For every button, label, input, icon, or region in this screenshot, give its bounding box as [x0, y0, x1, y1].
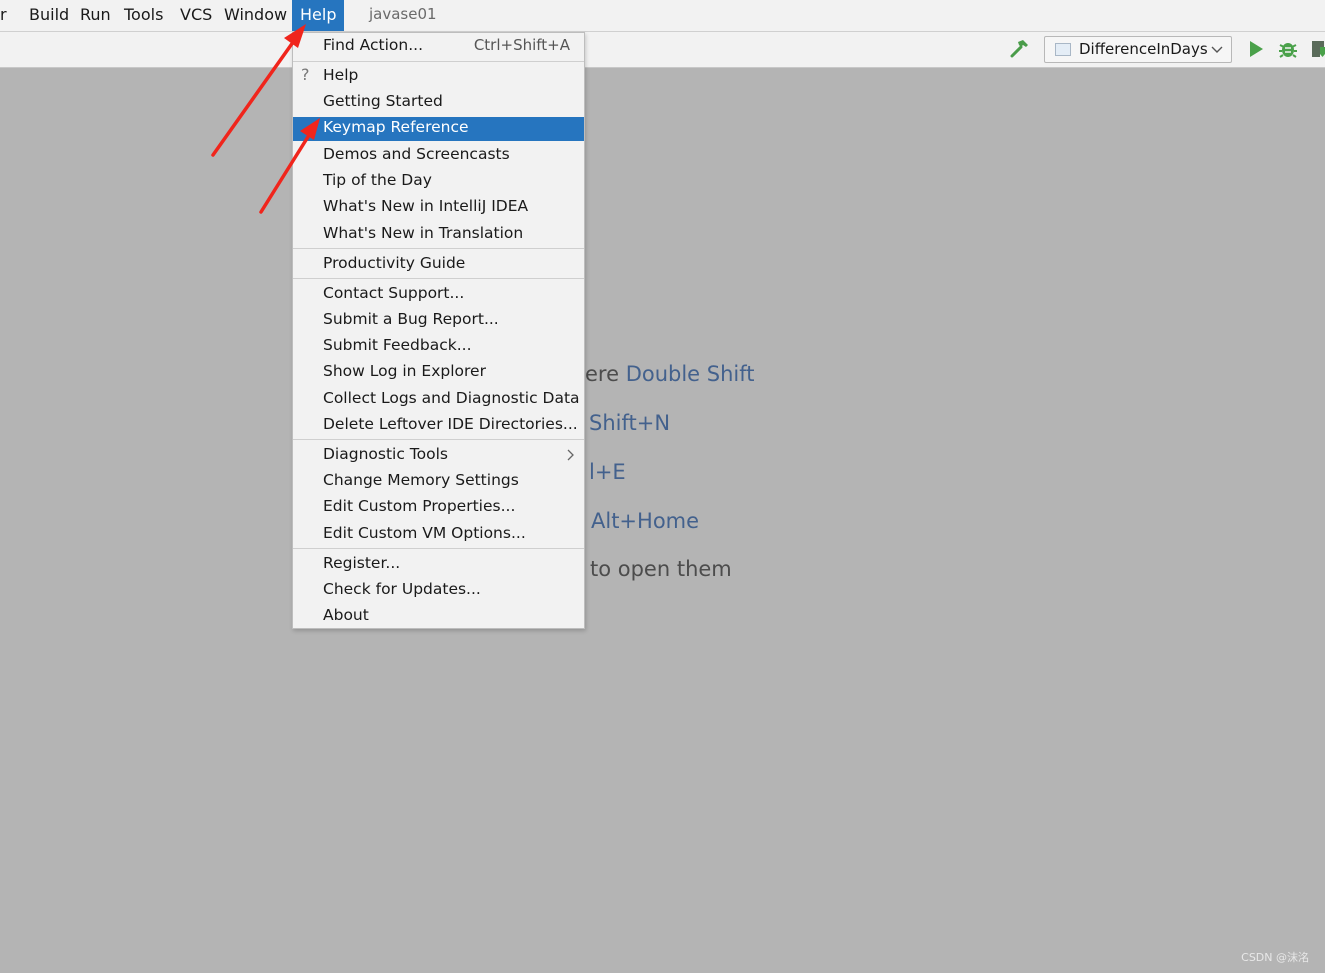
coverage-icon[interactable]	[1308, 37, 1325, 61]
question-mark-icon: ?	[301, 65, 310, 84]
menu-separator	[293, 439, 584, 440]
menu-item-demos-screencasts[interactable]: Demos and Screencasts	[293, 144, 584, 168]
run-configuration-dropdown[interactable]: DifferenceInDays	[1044, 36, 1232, 63]
menu-item-submit-bug-report[interactable]: Submit a Bug Report...	[293, 309, 584, 333]
menu-item-contact-support[interactable]: Contact Support...	[293, 283, 584, 307]
menu-item-whats-new-translation[interactable]: What's New in Translation	[293, 223, 584, 247]
menu-item-label: Delete Leftover IDE Directories...	[323, 415, 578, 433]
menu-window[interactable]: Window	[216, 0, 295, 31]
menu-item-getting-started[interactable]: Getting Started	[293, 91, 584, 115]
annotation-arrows	[211, 24, 320, 214]
hint-navigation-bar: Alt+Home	[591, 509, 699, 533]
debug-icon[interactable]	[1276, 37, 1300, 61]
menu-item-label: Submit Feedback...	[323, 336, 472, 354]
menu-bar: r Build Run Tools VCS Window Help javase…	[0, 0, 1325, 32]
menu-item-label: What's New in Translation	[323, 224, 524, 242]
watermark: CSDN @沫洺	[1241, 951, 1309, 964]
menu-item-delete-leftover-dirs[interactable]: Delete Leftover IDE Directories...	[293, 414, 584, 438]
menu-item-about[interactable]: About	[293, 605, 584, 629]
menu-item-shortcut: Ctrl+Shift+A	[473, 36, 570, 54]
menu-item-diagnostic-tools[interactable]: Diagnostic Tools	[293, 444, 584, 468]
menu-item-tip-of-the-day[interactable]: Tip of the Day	[293, 170, 584, 194]
chevron-down-icon	[1211, 46, 1223, 53]
menu-tools[interactable]: Tools	[116, 0, 171, 31]
menu-item-label: Keymap Reference	[323, 118, 469, 136]
menu-item-label: Contact Support...	[323, 284, 465, 302]
menu-item-label: Submit a Bug Report...	[323, 310, 499, 328]
menu-separator	[293, 61, 584, 62]
hint-recent-files: l+E	[589, 460, 626, 484]
menu-item-change-memory[interactable]: Change Memory Settings	[293, 470, 584, 494]
menu-item-label: Edit Custom VM Options...	[323, 524, 526, 542]
menu-separator	[293, 278, 584, 279]
menu-item-edit-custom-properties[interactable]: Edit Custom Properties...	[293, 496, 584, 520]
menu-refactor[interactable]: r	[0, 0, 15, 31]
help-dropdown-menu: Find Action... Ctrl+Shift+A ? Help Getti…	[292, 32, 585, 629]
menu-separator	[293, 548, 584, 549]
hint-key: Alt+Home	[591, 509, 700, 533]
menu-item-find-action[interactable]: Find Action... Ctrl+Shift+A	[293, 35, 584, 59]
menu-separator	[293, 248, 584, 249]
menu-item-show-log[interactable]: Show Log in Explorer	[293, 361, 584, 385]
menu-item-label: Check for Updates...	[323, 580, 481, 598]
menu-item-label: Collect Logs and Diagnostic Data	[323, 389, 580, 407]
project-title: javase01	[369, 5, 437, 23]
run-config-label: DifferenceInDays	[1079, 40, 1208, 58]
run-icon[interactable]	[1244, 37, 1268, 61]
menu-build[interactable]: Build	[21, 0, 77, 31]
menu-item-register[interactable]: Register...	[293, 553, 584, 577]
menu-item-submit-feedback[interactable]: Submit Feedback...	[293, 335, 584, 359]
menu-item-label: Productivity Guide	[323, 254, 466, 272]
hint-drop-files: to open them	[590, 557, 732, 581]
menu-item-keymap-reference[interactable]: Keymap Reference	[293, 117, 584, 141]
hint-key: l+E	[589, 460, 626, 484]
menu-item-whats-new-idea[interactable]: What's New in IntelliJ IDEA	[293, 196, 584, 220]
menu-item-label: Help	[323, 66, 359, 84]
hint-key: Double Shift	[625, 362, 755, 386]
menu-item-edit-vm-options[interactable]: Edit Custom VM Options...	[293, 523, 584, 547]
menu-item-collect-logs[interactable]: Collect Logs and Diagnostic Data	[293, 388, 584, 412]
menu-run[interactable]: Run	[72, 0, 119, 31]
menu-item-help[interactable]: ? Help	[293, 65, 584, 89]
hint-go-to-file: Shift+N	[589, 411, 670, 435]
menu-item-check-updates[interactable]: Check for Updates...	[293, 579, 584, 603]
chevron-right-icon	[567, 449, 574, 461]
menu-item-label: Find Action...	[323, 36, 424, 54]
menu-vcs[interactable]: VCS	[172, 0, 220, 31]
main-toolbar: DifferenceInDays	[0, 32, 1325, 68]
menu-item-label: Register...	[323, 554, 401, 572]
menu-item-label: Show Log in Explorer	[323, 362, 486, 380]
menu-item-label: Change Memory Settings	[323, 471, 519, 489]
menu-help[interactable]: Help	[292, 0, 344, 31]
build-hammer-icon[interactable]	[1008, 37, 1032, 61]
menu-item-productivity-guide[interactable]: Productivity Guide	[293, 253, 584, 277]
hint-key: Shift+N	[589, 411, 671, 435]
menu-item-label: About	[323, 606, 369, 624]
hint-text: ere	[585, 362, 626, 386]
menu-item-label: What's New in IntelliJ IDEA	[323, 197, 529, 215]
menu-item-label: Getting Started	[323, 92, 443, 110]
run-config-icon	[1055, 43, 1071, 56]
menu-item-label: Tip of the Day	[323, 171, 432, 189]
hint-text: to open them	[590, 557, 732, 581]
menu-item-label: Diagnostic Tools	[323, 445, 448, 463]
menu-item-label: Edit Custom Properties...	[323, 497, 516, 515]
hint-search-everywhere: ere Double Shift	[585, 362, 755, 386]
menu-item-label: Demos and Screencasts	[323, 145, 510, 163]
